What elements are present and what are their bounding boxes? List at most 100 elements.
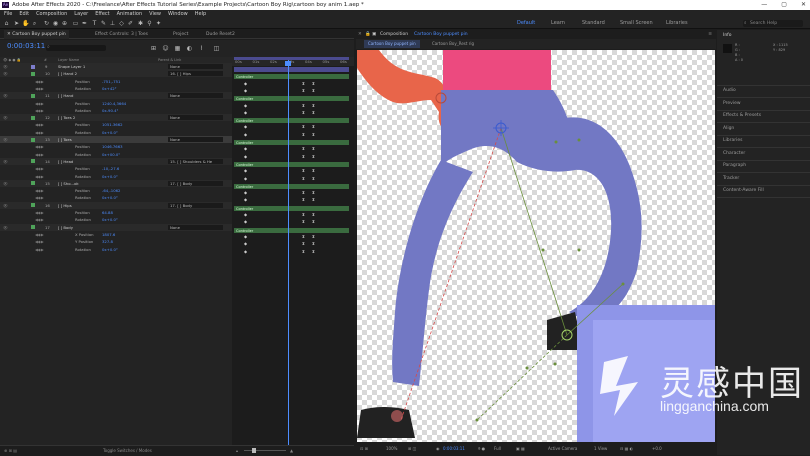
label-color-swatch[interactable] xyxy=(31,137,35,142)
keyframe-icon[interactable]: ⧗ xyxy=(302,197,305,202)
keyframe-icon[interactable]: ◆ xyxy=(244,234,247,239)
keyframe-nav-icon[interactable]: ◀◆▶ xyxy=(35,165,44,172)
keyframe-icon[interactable]: ⧗ xyxy=(312,190,315,195)
label-color-swatch[interactable] xyxy=(31,115,35,120)
keyframe-icon[interactable]: ◆ xyxy=(244,219,247,224)
layer-name[interactable]: [ ] Sho...ok xyxy=(58,180,79,187)
composition-tab-label[interactable]: Composition xyxy=(380,30,408,39)
menu-file[interactable]: File xyxy=(4,10,12,18)
property-value[interactable]: 64.88 xyxy=(102,209,113,216)
snapshot-icon[interactable]: ⌾ ● xyxy=(478,443,485,455)
keyframe-icon[interactable]: ⧗ xyxy=(302,110,305,115)
property-value[interactable]: 1046.7663 xyxy=(102,143,123,150)
layer-search-input[interactable]: ⌕ xyxy=(46,44,106,51)
menu-effect[interactable]: Effect xyxy=(95,10,109,18)
camera-view-select[interactable]: Active Camera xyxy=(548,443,577,455)
keyframe-icon[interactable]: ◆ xyxy=(244,154,247,159)
keyframe-icon[interactable]: ◆ xyxy=(244,241,247,246)
pan-behind-tool-icon[interactable]: ⊕ xyxy=(61,20,68,27)
close-icon[interactable]: ✕ xyxy=(801,0,806,10)
zoom-tool-icon[interactable]: ⌕ xyxy=(31,20,38,27)
keyframe-icon[interactable]: ◆ xyxy=(244,249,247,254)
timeline-layer-row[interactable]: 👁 12 [ ] Toes 2 None xyxy=(0,114,232,122)
draft-3d-icon[interactable]: ◫ xyxy=(213,45,220,52)
keyframe-icon[interactable]: ◆ xyxy=(244,110,247,115)
shy-layers-icon[interactable]: ☺ xyxy=(162,45,169,52)
parent-select[interactable]: None xyxy=(168,115,223,121)
zoom-level-select[interactable]: 100% xyxy=(386,443,397,455)
keyframe-icon[interactable]: ⧗ xyxy=(312,88,315,93)
always-preview-icon[interactable]: ⊡ ⊞ xyxy=(360,443,368,455)
roto-brush-tool-icon[interactable]: ✐ xyxy=(127,20,134,27)
composition-viewer[interactable] xyxy=(357,50,715,442)
keyframe-icon[interactable]: ⧗ xyxy=(312,110,315,115)
puppet-pin[interactable] xyxy=(541,248,545,252)
maximize-icon[interactable]: ▢ xyxy=(781,0,787,10)
keyframe-nav-icon[interactable]: ◀◆▶ xyxy=(35,107,44,114)
layer-property-row[interactable]: ◀◆▶ Position -751,-751 xyxy=(0,78,232,85)
keyframe-nav-icon[interactable]: ◀◆▶ xyxy=(35,216,44,223)
layer-property-row[interactable]: ◀◆▶ Rotation 0x+42° xyxy=(0,85,232,92)
keyframe-nav-icon[interactable]: ◀◆▶ xyxy=(35,209,44,216)
label-color-swatch[interactable] xyxy=(31,93,35,98)
timeline-layer-row[interactable]: 👁 11 [ ] Hand None xyxy=(0,92,232,100)
timeline-layer-row[interactable]: 👁 13 [ ] Toes None xyxy=(0,136,232,143)
layer-property-row[interactable]: ◀◆▶ Position 1051.3662 xyxy=(0,121,232,128)
workspace-small-screen[interactable]: Small Screen xyxy=(620,20,653,27)
left-foot-controller-pin[interactable] xyxy=(391,410,403,422)
panel-item[interactable]: Effects & Presets xyxy=(723,113,761,118)
tab-timeline[interactable]: ✕ Cartoon Boy puppet pin xyxy=(4,30,69,39)
parent-select[interactable]: 17. [ ] Body xyxy=(168,180,223,186)
visibility-eye-icon[interactable]: 👁 xyxy=(3,158,8,165)
keyframe-icon[interactable]: ⧗ xyxy=(312,103,315,108)
visibility-eye-icon[interactable]: 👁 xyxy=(3,180,8,187)
layer-duration-bar[interactable] xyxy=(234,67,349,72)
visibility-eye-icon[interactable]: 👁 xyxy=(3,202,8,209)
keyframe-icon[interactable]: ⧗ xyxy=(302,154,305,159)
menu-layer[interactable]: Layer xyxy=(74,10,88,18)
visibility-eye-icon[interactable]: 👁 xyxy=(3,63,8,70)
keyframe-nav-icon[interactable]: ◀◆▶ xyxy=(35,231,44,238)
parent-select[interactable]: 16. [ ] Hips xyxy=(168,71,223,77)
panel-item[interactable]: Preview xyxy=(723,101,741,106)
layer-property-row[interactable]: ◀◆▶ Rotation 0x+00.0° xyxy=(0,151,232,158)
keyframe-icon[interactable]: ⧗ xyxy=(302,212,305,217)
keyframe-icon[interactable]: ⧗ xyxy=(302,176,305,181)
keyframe-icon[interactable]: ⧗ xyxy=(312,212,315,217)
hand-tool-icon[interactable]: ✋ xyxy=(22,20,29,27)
puppet-starch-icon[interactable]: ✦ xyxy=(155,20,162,27)
property-value[interactable]: 0x+00.0° xyxy=(102,151,120,158)
home-icon[interactable]: ⌂ xyxy=(3,20,10,27)
grid-guides-icon[interactable]: ⊞ ◫ xyxy=(408,443,416,455)
graph-editor-icon[interactable]: ⌇ xyxy=(198,45,205,52)
keyframe-icon[interactable]: ⧗ xyxy=(302,124,305,129)
label-color-swatch[interactable] xyxy=(31,203,35,208)
layer-duration-bar[interactable]: Controller xyxy=(234,74,349,80)
keyframe-icon[interactable]: ⧗ xyxy=(312,132,315,137)
menu-help[interactable]: Help xyxy=(195,10,206,18)
composition-tab-name[interactable]: Cartoon Boy puppet pin xyxy=(414,30,468,39)
selection-tool-icon[interactable]: ➤ xyxy=(13,20,20,27)
tab-project[interactable]: Project xyxy=(170,30,191,39)
playhead-line[interactable] xyxy=(288,60,289,445)
label-color-swatch[interactable] xyxy=(31,181,35,186)
menu-edit[interactable]: Edit xyxy=(19,10,29,18)
keyframe-icon[interactable]: ⧗ xyxy=(312,234,315,239)
layer-name[interactable]: [ ] Toes 2 xyxy=(58,114,75,121)
puppet-pin[interactable] xyxy=(553,362,557,366)
timeline-layer-row[interactable]: 👁 16 [ ] Hips 17. [ ] Body xyxy=(0,201,232,209)
panel-item[interactable]: Content-Aware Fill xyxy=(723,188,764,193)
layer-property-row[interactable]: ◀◆▶ Position 64.88 xyxy=(0,209,232,216)
panel-item[interactable]: Libraries xyxy=(723,138,742,143)
layer-name[interactable]: [ ] Hand xyxy=(58,92,73,99)
rectangle-tool-icon[interactable]: ▭ xyxy=(72,20,79,27)
property-value[interactable]: -64,-1062 xyxy=(102,187,120,194)
puppet-pin[interactable] xyxy=(525,366,529,370)
keyframe-icon[interactable]: ⧗ xyxy=(302,132,305,137)
parent-select[interactable]: 17. [ ] Body xyxy=(168,202,223,208)
keyframe-nav-icon[interactable]: ◀◆▶ xyxy=(35,129,44,136)
panel-item[interactable]: Paragraph xyxy=(723,163,746,168)
layer-property-row[interactable]: ◀◆▶ Rotation 0x+0.0° xyxy=(0,246,232,253)
layer-property-row[interactable]: ◀◆▶ Rotation 0x+0.0° xyxy=(0,216,232,223)
layer-name[interactable]: [ ] Hand 2 xyxy=(58,70,77,77)
